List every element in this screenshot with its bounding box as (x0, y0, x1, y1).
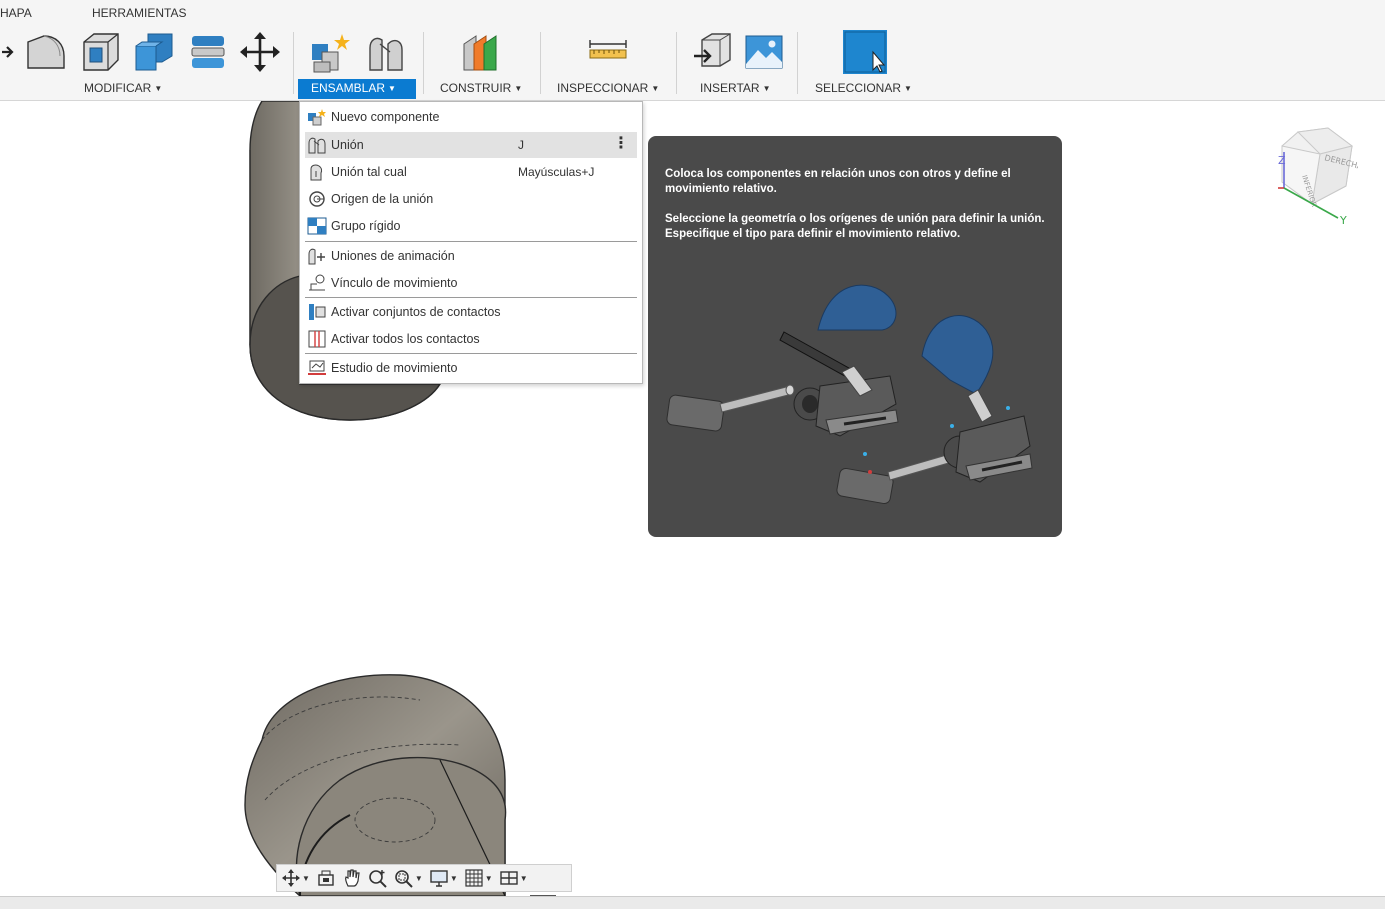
grid-icon (464, 868, 484, 888)
grid-settings-tool[interactable]: ▼ (464, 866, 493, 890)
insert-derive-icon[interactable] (690, 30, 734, 74)
fit-icon (394, 868, 414, 888)
replace-face-icon[interactable] (186, 30, 230, 74)
menu-item-label: Origen de la unión (331, 192, 434, 206)
display-settings-tool[interactable]: ▼ (429, 866, 458, 890)
fillet-icon[interactable] (24, 30, 68, 74)
joint-icon[interactable] (364, 30, 408, 74)
tooltip-illustration (666, 284, 1033, 505)
group-construir[interactable]: CONSTRUIR ▼ (440, 81, 522, 95)
menu-item-origen-union[interactable]: Origen de la unión (305, 186, 637, 212)
menu-item-label: Activar todos los contactos (331, 332, 480, 346)
look-at-icon (316, 868, 336, 888)
menu-item-vinculo-movimiento[interactable]: Vínculo de movimiento (305, 270, 637, 296)
as-built-joint-icon (307, 163, 327, 181)
tooltip-paragraph-1: Coloca los componentes en relación unos … (665, 168, 1011, 195)
drive-joints-icon (307, 247, 327, 265)
offset-plane-icon[interactable] (460, 30, 504, 74)
menu-item-nuevo-componente[interactable]: Nuevo componente (305, 104, 637, 130)
group-seleccionar[interactable]: SELECCIONAR ▼ (815, 81, 912, 95)
move-copy-icon[interactable] (238, 30, 282, 74)
menu-item-activar-conjuntos-contactos[interactable]: Activar conjuntos de contactos (305, 299, 637, 325)
tab-herramientas[interactable]: HERRAMIENTAS (92, 6, 186, 20)
menu-item-label: Activar conjuntos de contactos (331, 305, 501, 319)
menu-item-activar-todos-contactos[interactable]: Activar todos los contactos (305, 326, 637, 352)
look-at-tool[interactable] (316, 866, 336, 890)
contact-sets-icon (307, 303, 327, 321)
status-bar (0, 896, 1385, 909)
group-ensamblar[interactable]: ENSAMBLAR ▼ (311, 81, 396, 95)
joint-tooltip: Coloca los componentes en relación unos … (648, 136, 1062, 537)
select-icon[interactable] (843, 30, 887, 74)
new-component-icon (307, 108, 327, 126)
menu-item-union[interactable]: Unión J ⋮ (305, 132, 637, 158)
group-modificar[interactable]: MODIFICAR ▼ (84, 81, 162, 95)
zoom-tool[interactable] (368, 866, 388, 890)
orbit-tool[interactable]: ▼ (281, 866, 310, 890)
joint-origin-icon (307, 190, 327, 208)
rigid-group-icon (307, 217, 327, 235)
tab-hapa[interactable]: HAPA (0, 6, 32, 20)
insert-image-icon[interactable] (742, 30, 786, 74)
push-pull-icon[interactable] (0, 30, 18, 74)
all-contacts-icon (307, 330, 327, 348)
viewports-icon (499, 868, 519, 888)
display-settings-icon (429, 868, 449, 888)
ribbon-toolbar: HAPA HERRAMIENTAS MODIFICAR ▼ ENSAMBLAR ▼ … (0, 0, 1385, 101)
joint-icon (307, 136, 327, 154)
pan-icon (342, 868, 362, 888)
menu-item-union-tal-cual[interactable]: Unión tal cual Mayúsculas+J (305, 159, 637, 185)
menu-item-label: Estudio de movimiento (331, 361, 458, 375)
menu-item-label: Unión tal cual (331, 165, 407, 179)
menu-item-label: Unión (331, 138, 364, 152)
measure-icon[interactable] (586, 30, 630, 74)
zoom-icon (368, 868, 388, 888)
ensamblar-dropdown-menu: Nuevo componente Unión J ⋮ Unión tal cua… (299, 101, 643, 384)
lower-cylinder[interactable] (244, 674, 556, 897)
menu-item-shortcut: J (518, 138, 524, 152)
motion-study-icon (307, 359, 327, 377)
view-cube[interactable]: DERECHA INFERIOR Z Y (1268, 124, 1364, 228)
menu-item-grupo-rigido[interactable]: Grupo rígido (305, 213, 637, 239)
navigation-bar: ▼ ▼ ▼ ▼ ▼ (276, 864, 572, 892)
new-component-icon[interactable] (308, 30, 352, 74)
motion-link-icon (307, 274, 327, 292)
more-options-icon[interactable]: ⋮ (613, 136, 629, 152)
viewports-tool[interactable]: ▼ (499, 866, 528, 890)
shell-icon[interactable] (78, 30, 122, 74)
fit-tool[interactable]: ▼ (394, 866, 423, 890)
tooltip-paragraph-2: Seleccione la geometría o los orígenes d… (665, 213, 1045, 240)
orbit-icon (281, 868, 301, 888)
axis-z-label: Z (1278, 154, 1286, 167)
group-insertar[interactable]: INSERTAR ▼ (700, 81, 771, 95)
axis-y-label: Y (1339, 214, 1347, 227)
menu-item-shortcut: Mayúsculas+J (518, 165, 595, 179)
pan-tool[interactable] (342, 866, 362, 890)
menu-item-label: Nuevo componente (331, 110, 440, 124)
combine-icon[interactable] (132, 30, 176, 74)
menu-item-estudio-movimiento[interactable]: Estudio de movimiento (305, 355, 637, 381)
menu-item-label: Uniones de animación (331, 249, 455, 263)
menu-item-label: Grupo rígido (331, 219, 401, 233)
menu-item-label: Vínculo de movimiento (331, 276, 458, 290)
group-inspeccionar[interactable]: INSPECCIONAR ▼ (557, 81, 659, 95)
menu-item-uniones-animacion[interactable]: Uniones de animación (305, 243, 637, 269)
